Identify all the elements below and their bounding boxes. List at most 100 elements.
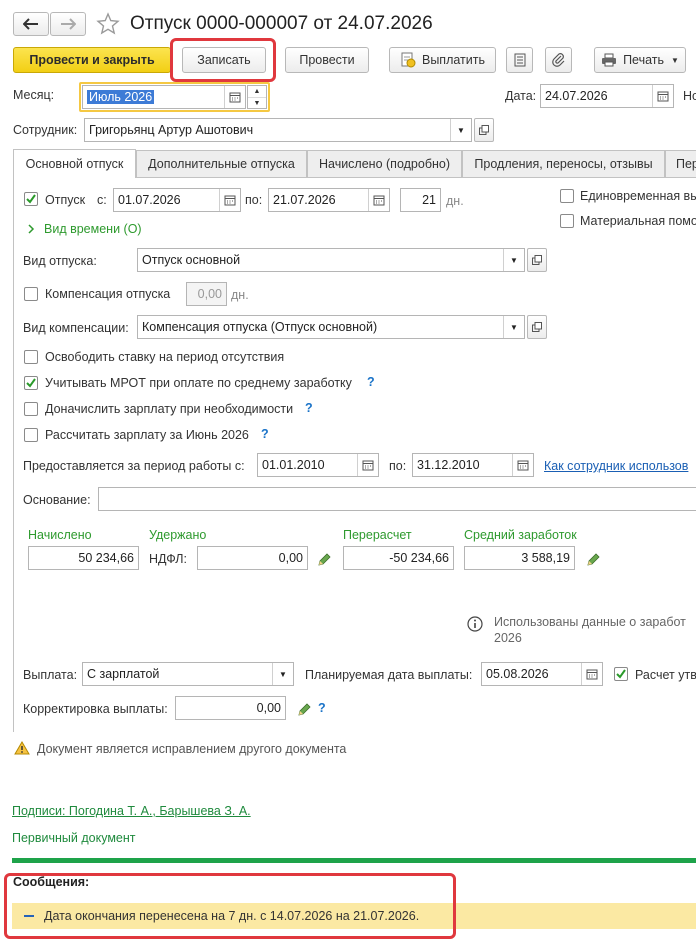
attach-button[interactable] (545, 47, 572, 73)
dropdown-arrow-icon[interactable]: ▼ (450, 119, 471, 141)
number-label: Но (683, 89, 696, 103)
tab-more[interactable]: Пер (665, 150, 696, 177)
pencil-icon[interactable] (585, 552, 601, 568)
employee-usage-link[interactable]: Как сотрудник использов (544, 459, 688, 473)
calendar-icon[interactable] (368, 189, 389, 211)
withheld-label: Удержано (149, 528, 207, 542)
open-compensation-kind-button[interactable] (527, 315, 547, 339)
open-employee-button[interactable] (474, 118, 494, 142)
period-label: Предоставляется за период работы с: (23, 459, 245, 473)
time-kind-link[interactable]: Вид времени (О) (26, 222, 142, 236)
planned-date-label: Планируемая дата выплаты: (305, 668, 473, 682)
print-button[interactable]: Печать ▼ (594, 47, 686, 73)
help-icon[interactable]: ? (367, 375, 375, 389)
material-help-label: Материальная помо (580, 214, 696, 228)
vacation-from-value: 01.07.2026 (118, 193, 181, 207)
info-icon (467, 616, 483, 632)
date-label: Дата: (505, 89, 537, 103)
period-from-input[interactable]: 01.01.2010 (257, 453, 379, 477)
checkmark-icon (26, 194, 36, 204)
recalc-value: -50 234,66 (389, 551, 449, 565)
vacation-from-input[interactable]: 01.07.2026 (113, 188, 241, 212)
tab-accrued-details[interactable]: Начислено (подробно) (307, 150, 462, 177)
vacation-to-label: по: (245, 193, 263, 207)
vacation-to-input[interactable]: 21.07.2026 (268, 188, 390, 212)
period-to-input[interactable]: 31.12.2010 (412, 453, 534, 477)
tab-extensions[interactable]: Продления, переносы, отзывы (462, 150, 665, 177)
pencil-icon[interactable] (316, 552, 332, 568)
spin-up-icon[interactable]: ▲ (248, 86, 266, 98)
open-vacation-kind-button[interactable] (527, 248, 547, 272)
one-time-payment-checkbox[interactable] (560, 189, 574, 203)
signatures-link[interactable]: Подписи: Погодина Т. А., Барышева З. А. (12, 804, 251, 818)
tab-main-vacation[interactable]: Основной отпуск (13, 149, 136, 178)
calendar-icon[interactable] (357, 454, 378, 476)
spin-down-icon[interactable]: ▼ (248, 98, 266, 109)
dropdown-arrow-icon[interactable]: ▼ (503, 249, 524, 271)
accrued-value-field: 50 234,66 (28, 546, 139, 570)
date-value: 24.07.2026 (545, 89, 608, 103)
post-button[interactable]: Провести (285, 47, 369, 73)
vacation-checkbox[interactable] (24, 192, 38, 206)
planned-date-input[interactable]: 05.08.2026 (481, 662, 603, 686)
period-to-value: 31.12.2010 (417, 458, 480, 472)
dropdown-arrow-icon[interactable]: ▼ (503, 316, 524, 338)
month-spinner[interactable]: ▲ ▼ (247, 85, 267, 109)
dropdown-arrow-icon[interactable]: ▼ (272, 663, 293, 685)
planned-date-value: 05.08.2026 (486, 667, 549, 681)
pencil-icon[interactable] (296, 702, 312, 718)
vacation-kind-select[interactable]: Отпуск основной ▼ (137, 248, 525, 272)
correction-input[interactable]: 0,00 (175, 696, 286, 720)
calendar-icon[interactable] (224, 86, 245, 108)
help-icon[interactable]: ? (261, 427, 269, 441)
pay-button[interactable]: Выплатить (389, 47, 496, 73)
payment-select[interactable]: С зарплатой ▼ (82, 662, 294, 686)
calendar-icon[interactable] (512, 454, 533, 476)
month-input[interactable]: Июль 2026 (82, 85, 246, 109)
ndfl-label: НДФЛ: (149, 552, 187, 566)
employee-input[interactable]: Григорьянц Артур Ашотович ▼ (84, 118, 472, 142)
primary-document-link[interactable]: Первичный документ (12, 831, 136, 845)
basis-input[interactable] (98, 487, 696, 511)
payment-label: Выплата: (23, 668, 78, 682)
release-rate-checkbox[interactable] (24, 350, 38, 364)
paperclip-icon (551, 53, 564, 67)
calendar-icon[interactable] (652, 85, 673, 107)
calendar-icon[interactable] (219, 189, 240, 211)
help-icon[interactable]: ? (305, 401, 313, 415)
material-help-checkbox[interactable] (560, 214, 574, 228)
correction-value: 0,00 (256, 701, 281, 715)
post-and-close-button[interactable]: Провести и закрыть (13, 47, 171, 73)
calc-salary-checkbox[interactable] (24, 428, 38, 442)
star-icon[interactable] (96, 12, 120, 36)
open-icon (532, 322, 542, 332)
release-rate-label: Освободить ставку на период отсутствия (45, 350, 285, 364)
info-text-line2: 2026 (494, 631, 522, 645)
mrot-checkbox[interactable] (24, 376, 38, 390)
help-icon[interactable]: ? (318, 701, 326, 715)
compensation-days-input[interactable]: 0,00 (186, 282, 227, 306)
date-input[interactable]: 24.07.2026 (540, 84, 674, 108)
document-list-button[interactable] (506, 47, 533, 73)
period-from-value: 01.01.2010 (262, 458, 325, 472)
compensation-checkbox[interactable] (24, 287, 38, 301)
calendar-icon[interactable] (581, 663, 602, 685)
forward-button[interactable] (50, 12, 86, 36)
arrow-right-icon (61, 18, 76, 30)
dropdown-arrow-icon: ▼ (671, 55, 679, 65)
compensation-kind-value: Компенсация отпуска (Отпуск основной) (142, 320, 378, 334)
accrue-salary-checkbox[interactable] (24, 402, 38, 416)
tab-additional-vacations[interactable]: Дополнительные отпуска (136, 150, 307, 177)
month-label: Месяц: (13, 88, 55, 102)
back-button[interactable] (13, 12, 49, 36)
compensation-kind-select[interactable]: Компенсация отпуска (Отпуск основной) ▼ (137, 315, 525, 339)
vacation-days-input[interactable]: 21 (400, 188, 441, 212)
list-icon (514, 53, 525, 67)
messages-highlight (4, 873, 456, 939)
calc-approved-checkbox[interactable] (614, 667, 628, 681)
compensation-days-value: 0,00 (197, 287, 222, 301)
warning-icon (14, 741, 30, 755)
checkmark-icon (616, 669, 626, 679)
compensation-days-unit: дн. (231, 288, 249, 302)
print-button-label: Печать (623, 53, 665, 67)
